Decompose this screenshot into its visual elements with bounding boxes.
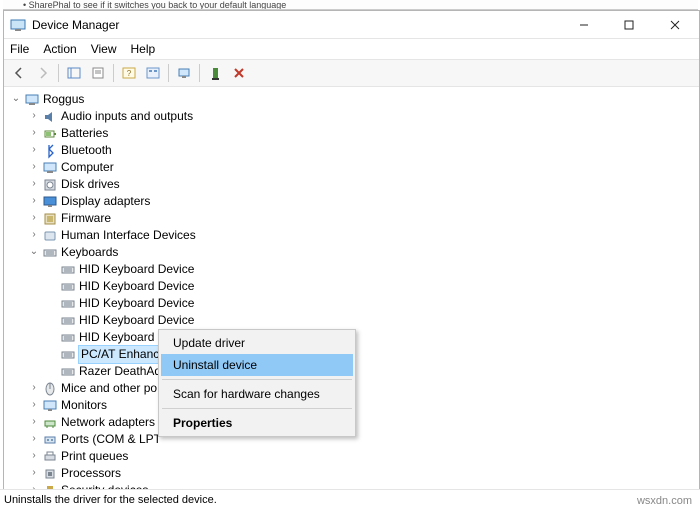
computer-icon bbox=[24, 92, 40, 108]
battery-icon bbox=[42, 126, 58, 142]
ctx-separator bbox=[162, 379, 352, 380]
menu-view[interactable]: View bbox=[91, 42, 117, 56]
keyboard-icon bbox=[60, 330, 76, 346]
menubar: File Action View Help bbox=[4, 39, 699, 59]
bluetooth-icon bbox=[42, 143, 58, 159]
firmware-icon bbox=[42, 211, 58, 227]
keyboard-icon bbox=[42, 245, 58, 261]
tree-device[interactable]: HID Keyboard Device bbox=[10, 261, 699, 278]
watermark: wsxdn.com bbox=[637, 495, 692, 507]
tree-category[interactable]: ›Computer bbox=[10, 159, 699, 176]
mouse-icon bbox=[42, 381, 58, 397]
device-label: HID Keyboard Device bbox=[79, 295, 194, 312]
category-label: Monitors bbox=[61, 397, 107, 414]
keyboard-icon bbox=[60, 313, 76, 329]
menu-action[interactable]: Action bbox=[43, 42, 76, 56]
tree-device[interactable]: HID Keyboard Device bbox=[10, 312, 699, 329]
nav-back-button[interactable] bbox=[8, 62, 30, 84]
category-label: Mice and other po bbox=[61, 380, 157, 397]
close-button[interactable] bbox=[651, 11, 699, 38]
tree-category[interactable]: ›Human Interface Devices bbox=[10, 227, 699, 244]
context-menu: Update driver Uninstall device Scan for … bbox=[158, 329, 356, 437]
window-title: Device Manager bbox=[32, 18, 561, 32]
category-label: Bluetooth bbox=[61, 142, 112, 159]
display-icon bbox=[42, 194, 58, 210]
tree-category[interactable]: ›Firmware bbox=[10, 210, 699, 227]
audio-icon bbox=[42, 109, 58, 125]
category-label: Batteries bbox=[61, 125, 108, 142]
category-label: Disk drives bbox=[61, 176, 120, 193]
tree-root[interactable]: ⌄Roggus bbox=[10, 91, 699, 108]
keyboard-icon bbox=[60, 296, 76, 312]
menu-help[interactable]: Help bbox=[131, 42, 156, 56]
computer-icon bbox=[42, 160, 58, 176]
monitor-icon bbox=[42, 398, 58, 414]
view-icon[interactable] bbox=[142, 62, 164, 84]
tree-category[interactable]: ›Bluetooth bbox=[10, 142, 699, 159]
category-label: Security devices bbox=[61, 482, 148, 489]
category-label: Print queues bbox=[61, 448, 128, 465]
keyboard-icon bbox=[60, 347, 76, 363]
device-manager-window: Device Manager File Action View Help ? ⌄… bbox=[3, 10, 700, 490]
category-label: Firmware bbox=[61, 210, 111, 227]
titlebar: Device Manager bbox=[4, 11, 699, 39]
show-hide-console-icon[interactable] bbox=[63, 62, 85, 84]
disk-icon bbox=[42, 177, 58, 193]
truncated-browser-tab: • SharePhal to see if it switches you ba… bbox=[3, 0, 698, 10]
minimize-button[interactable] bbox=[561, 11, 606, 38]
scan-hardware-icon[interactable] bbox=[173, 62, 195, 84]
ctx-separator bbox=[162, 408, 352, 409]
properties-icon[interactable] bbox=[87, 62, 109, 84]
menu-file[interactable]: File bbox=[10, 42, 29, 56]
cpu-icon bbox=[42, 466, 58, 482]
category-label: Keyboards bbox=[61, 244, 118, 261]
category-label: Display adapters bbox=[61, 193, 150, 210]
tree-category[interactable]: ›Processors bbox=[10, 465, 699, 482]
hid-icon bbox=[42, 228, 58, 244]
category-label: Computer bbox=[61, 159, 114, 176]
ctx-properties[interactable]: Properties bbox=[161, 412, 353, 434]
toolbar: ? bbox=[4, 59, 699, 87]
tree-category[interactable]: ›Display adapters bbox=[10, 193, 699, 210]
category-label: Processors bbox=[61, 465, 121, 482]
category-label: Human Interface Devices bbox=[61, 227, 196, 244]
tree-category[interactable]: ⌄Keyboards bbox=[10, 244, 699, 261]
app-icon bbox=[10, 17, 26, 33]
port-icon bbox=[42, 432, 58, 448]
tree-category[interactable]: ›Print queues bbox=[10, 448, 699, 465]
device-label: Razer DeathAd bbox=[79, 363, 161, 380]
svg-text:?: ? bbox=[127, 69, 132, 78]
uninstall-icon[interactable] bbox=[228, 62, 250, 84]
category-label: Network adapters bbox=[61, 414, 155, 431]
tree-device[interactable]: HID Keyboard Device bbox=[10, 295, 699, 312]
tree-category[interactable]: ›Audio inputs and outputs bbox=[10, 108, 699, 125]
device-label: HID Keyboard Device bbox=[79, 312, 194, 329]
category-label: Ports (COM & LPT bbox=[61, 431, 161, 448]
tree-category[interactable]: ›Security devices bbox=[10, 482, 699, 489]
category-label: Audio inputs and outputs bbox=[61, 108, 193, 125]
tree-device[interactable]: HID Keyboard Device bbox=[10, 278, 699, 295]
root-label: Roggus bbox=[43, 91, 84, 108]
printer-icon bbox=[42, 449, 58, 465]
ctx-update-driver[interactable]: Update driver bbox=[161, 332, 353, 354]
keyboard-icon bbox=[60, 262, 76, 278]
maximize-button[interactable] bbox=[606, 11, 651, 38]
add-legacy-icon[interactable] bbox=[204, 62, 226, 84]
statusbar: Uninstalls the driver for the selected d… bbox=[0, 489, 700, 509]
help-icon[interactable]: ? bbox=[118, 62, 140, 84]
ctx-scan-hardware[interactable]: Scan for hardware changes bbox=[161, 383, 353, 405]
tree-category[interactable]: ›Batteries bbox=[10, 125, 699, 142]
ctx-uninstall-device[interactable]: Uninstall device bbox=[161, 354, 353, 376]
device-label: HID Keyboard Device bbox=[79, 261, 194, 278]
nav-forward-button[interactable] bbox=[32, 62, 54, 84]
network-icon bbox=[42, 415, 58, 431]
keyboard-icon bbox=[60, 279, 76, 295]
tree-category[interactable]: ›Disk drives bbox=[10, 176, 699, 193]
device-label: HID Keyboard Device bbox=[79, 278, 194, 295]
keyboard-icon bbox=[60, 364, 76, 380]
